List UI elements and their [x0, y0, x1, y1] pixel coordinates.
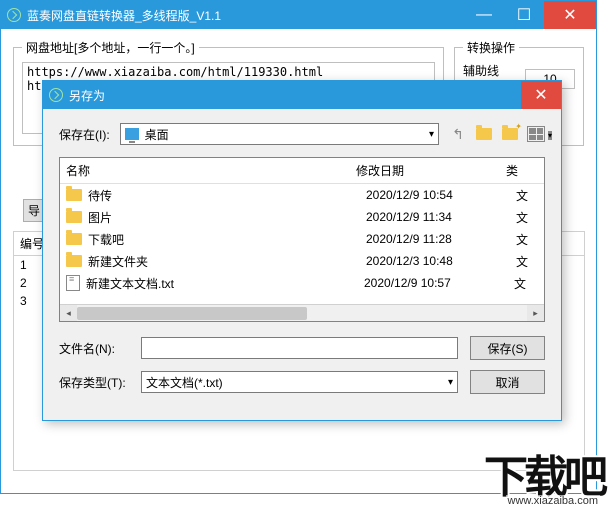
filetype-value: 文本文档(*.txt): [146, 374, 223, 391]
folder-icon: [66, 233, 82, 245]
new-folder-icon[interactable]: [501, 125, 519, 143]
file-col-type[interactable]: 类: [500, 158, 544, 183]
save-button[interactable]: 保存(S): [470, 336, 545, 360]
file-row[interactable]: 新建文本文档.txt2020/12/9 10:57文: [60, 272, 544, 294]
file-type: 文: [516, 253, 538, 270]
file-name: 新建文件夹: [88, 253, 366, 270]
file-date: 2020/12/3 10:48: [366, 254, 516, 268]
url-group-label: 网盘地址[多个地址，一行一个。]: [22, 39, 199, 56]
filename-label: 文件名(N):: [59, 340, 129, 357]
file-icon: [66, 275, 80, 291]
folder-icon: [66, 211, 82, 223]
file-list: 名称 修改日期 类 待传2020/12/9 10:54文图片2020/12/9 …: [59, 157, 545, 322]
main-title: 蓝奏网盘直链转换器_多线程版_V1.1: [27, 7, 464, 24]
file-type: 文: [516, 209, 538, 226]
cancel-button[interactable]: 取消: [470, 370, 545, 394]
folder-icon: [66, 189, 82, 201]
horizontal-scrollbar[interactable]: ◂ ▸: [60, 304, 544, 321]
up-folder-icon[interactable]: [475, 125, 493, 143]
minimize-button[interactable]: —: [464, 1, 504, 29]
file-date: 2020/12/9 11:34: [366, 210, 516, 224]
file-row[interactable]: 下载吧2020/12/9 11:28文: [60, 228, 544, 250]
file-name: 图片: [88, 209, 366, 226]
save-as-dialog: 另存为 ✕ 保存在(I): 桌面 ▾ ↰ ▾ 名称: [42, 80, 562, 421]
file-col-name[interactable]: 名称: [60, 158, 350, 183]
dialog-close-button[interactable]: ✕: [521, 81, 561, 109]
file-type: 文: [516, 187, 538, 204]
close-button[interactable]: ✕: [544, 1, 596, 29]
folder-icon: [66, 255, 82, 267]
scroll-left-button[interactable]: ◂: [60, 305, 77, 322]
chevron-down-icon: ▾: [429, 129, 434, 140]
scroll-thumb[interactable]: [77, 307, 307, 320]
convert-group-label: 转换操作: [463, 39, 519, 56]
file-row[interactable]: 新建文件夹2020/12/3 10:48文: [60, 250, 544, 272]
file-name: 下载吧: [88, 231, 366, 248]
filename-input[interactable]: [141, 337, 458, 359]
file-name: 待传: [88, 187, 366, 204]
file-col-date[interactable]: 修改日期: [350, 158, 500, 183]
dialog-title: 另存为: [69, 87, 521, 104]
file-date: 2020/12/9 10:57: [364, 276, 514, 290]
main-titlebar: 蓝奏网盘直链转换器_多线程版_V1.1 — ☐ ✕: [1, 1, 596, 29]
chevron-down-icon: ▾: [448, 377, 453, 388]
watermark-url: www.xiazaiba.com: [506, 495, 600, 507]
dialog-icon: [49, 88, 63, 102]
save-in-label: 保存在(I):: [59, 126, 110, 143]
file-row[interactable]: 待传2020/12/9 10:54文: [60, 184, 544, 206]
back-icon[interactable]: ↰: [449, 125, 467, 143]
maximize-button[interactable]: ☐: [504, 1, 544, 29]
app-icon: [7, 8, 21, 22]
file-type: 文: [514, 275, 538, 292]
file-name: 新建文本文档.txt: [86, 275, 364, 292]
filetype-select[interactable]: 文本文档(*.txt) ▾: [141, 371, 458, 393]
view-mode-icon[interactable]: ▾: [527, 125, 545, 143]
file-date: 2020/12/9 11:28: [366, 232, 516, 246]
scroll-right-button[interactable]: ▸: [527, 305, 544, 322]
file-type: 文: [516, 231, 538, 248]
desktop-icon: [125, 128, 139, 140]
save-in-value: 桌面: [145, 126, 169, 143]
filetype-label: 保存类型(T):: [59, 374, 129, 391]
file-date: 2020/12/9 10:54: [366, 188, 516, 202]
file-row[interactable]: 图片2020/12/9 11:34文: [60, 206, 544, 228]
save-in-select[interactable]: 桌面 ▾: [120, 123, 439, 145]
dialog-titlebar: 另存为 ✕: [43, 81, 561, 109]
